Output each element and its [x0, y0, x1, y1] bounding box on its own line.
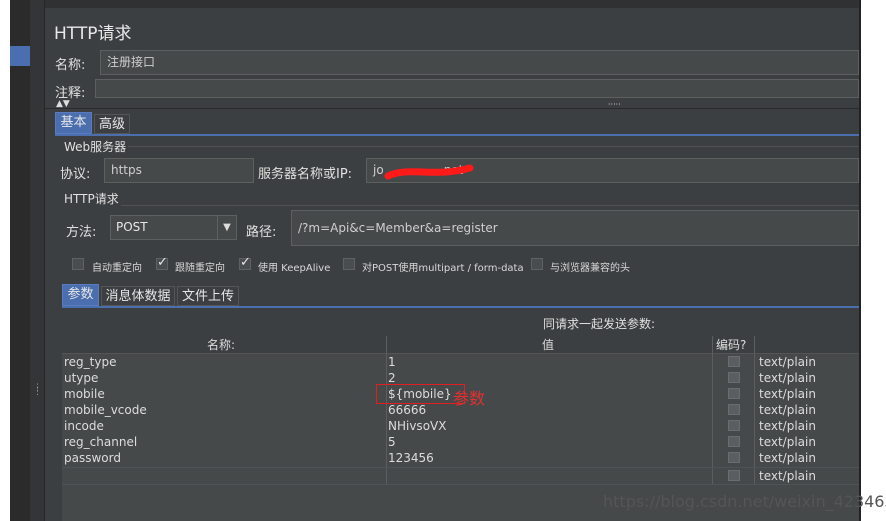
header-value[interactable]: 值	[542, 337, 554, 353]
row-type: text/plain	[759, 371, 816, 385]
protocol-field[interactable]: https	[104, 158, 254, 183]
method-label: 方法:	[66, 225, 97, 240]
row-value: 66666	[388, 403, 427, 417]
highlight-box	[376, 384, 465, 404]
path-value: /?m=Api&c=Member&a=register	[298, 221, 498, 235]
keepalive-label: 使用 KeepAlive	[258, 263, 331, 274]
name-field[interactable]: 注册接口	[100, 50, 859, 75]
row-name: password	[64, 451, 121, 465]
tab-basic[interactable]: 基本	[55, 112, 92, 134]
encode-checkbox[interactable]	[728, 470, 740, 481]
page-title: HTTP请求	[54, 24, 132, 44]
row-type: text/plain	[759, 469, 816, 483]
params-caption: 同请求一起发送参数:	[543, 317, 656, 331]
row-name: mobile_vcode	[64, 403, 147, 417]
row-name: mobile	[64, 387, 105, 401]
tab-params[interactable]: 参数	[62, 284, 99, 306]
browser-headers-label: 与浏览器兼容的头	[550, 263, 630, 274]
http-request-legend: HTTP请求	[62, 190, 121, 207]
method-select[interactable]: POST ▼	[110, 215, 237, 240]
row-name: reg_channel	[64, 435, 138, 449]
protocol-label: 协议:	[60, 167, 91, 182]
redaction-mark	[384, 164, 474, 180]
encode-checkbox[interactable]	[728, 356, 740, 367]
follow-redirect-label: 跟随重定向	[175, 263, 225, 274]
follow-redirect-checkbox[interactable]	[156, 255, 168, 270]
comment-field[interactable]	[95, 79, 859, 98]
split-gutter[interactable]	[30, 0, 45, 521]
row-type: text/plain	[759, 419, 816, 433]
http-request-border	[62, 205, 859, 206]
tab-file-upload[interactable]: 文件上传	[177, 286, 239, 306]
row-name: reg_type	[64, 355, 117, 369]
encode-checkbox[interactable]	[728, 436, 740, 447]
tab-body-data[interactable]: 消息体数据	[101, 286, 175, 306]
name-value: 注册接口	[107, 55, 156, 69]
tree-selected-node[interactable]	[10, 46, 30, 66]
web-server-legend: Web服务器	[62, 138, 129, 155]
path-field[interactable]: /?m=Api&c=Member&a=register	[291, 210, 859, 246]
name-label: 名称:	[55, 58, 86, 73]
encode-checkbox[interactable]	[728, 420, 740, 431]
tree-panel	[10, 0, 30, 521]
splitter-grip[interactable]: ⋮ ⋮	[33, 384, 42, 397]
table-row[interactable]: text/plain	[62, 468, 859, 484]
web-server-border	[62, 146, 859, 147]
row-type: text/plain	[759, 451, 816, 465]
top-toolbar-strip	[45, 0, 859, 8]
options-row: 自动重定向 跟随重定向 使用 KeepAlive 对POST使用multipar…	[72, 255, 859, 274]
table-header: 名称: 值 编码?	[62, 336, 859, 354]
server-value-start: jo	[373, 163, 384, 177]
row-separator	[62, 484, 859, 485]
row-value: 1	[388, 355, 396, 369]
encode-checkbox[interactable]	[728, 388, 740, 399]
param-tab-underline	[62, 306, 859, 308]
browser-headers-checkbox[interactable]	[531, 258, 543, 270]
row-name: utype	[64, 371, 99, 385]
multipart-checkbox[interactable]	[343, 258, 355, 270]
chevron-down-icon[interactable]: ▼	[217, 216, 236, 239]
tab-underline	[55, 134, 859, 136]
splitter-bar[interactable]	[45, 108, 859, 109]
table-row[interactable]: reg_channel 5 text/plain	[62, 434, 859, 450]
row-type: text/plain	[759, 355, 816, 369]
header-encode[interactable]: 编码?	[716, 337, 746, 353]
row-value: 123456	[388, 451, 434, 465]
row-type: text/plain	[759, 403, 816, 417]
encode-checkbox[interactable]	[728, 404, 740, 415]
method-value: POST	[116, 220, 148, 234]
auto-redirect-checkbox[interactable]	[72, 258, 84, 270]
row-name: incode	[64, 419, 104, 433]
table-row[interactable]: incode NHivsoVX text/plain	[62, 418, 859, 434]
tab-advanced[interactable]: 高级	[94, 114, 130, 134]
watermark: https://blog.csdn.net/weixin_42346330	[603, 492, 886, 511]
row-value: 5	[388, 435, 396, 449]
path-label: 路径:	[246, 225, 277, 240]
protocol-value: https	[111, 163, 142, 177]
row-type: text/plain	[759, 387, 816, 401]
table-row[interactable]: password 123456 text/plain	[62, 450, 859, 466]
encode-checkbox[interactable]	[728, 372, 740, 383]
keepalive-checkbox[interactable]	[239, 255, 251, 270]
encode-checkbox[interactable]	[728, 452, 740, 463]
row-type: text/plain	[759, 435, 816, 449]
annotation-note: 参数	[453, 389, 486, 408]
table-row[interactable]: reg_type 1 text/plain	[62, 354, 859, 370]
right-border	[859, 0, 861, 521]
row-value: NHivsoVX	[388, 419, 447, 433]
server-label: 服务器名称或IP:	[258, 167, 353, 182]
auto-redirect-label: 自动重定向	[92, 263, 142, 274]
multipart-label: 对POST使用multipart / form-data	[362, 263, 524, 274]
header-name[interactable]: 名称:	[207, 337, 235, 353]
